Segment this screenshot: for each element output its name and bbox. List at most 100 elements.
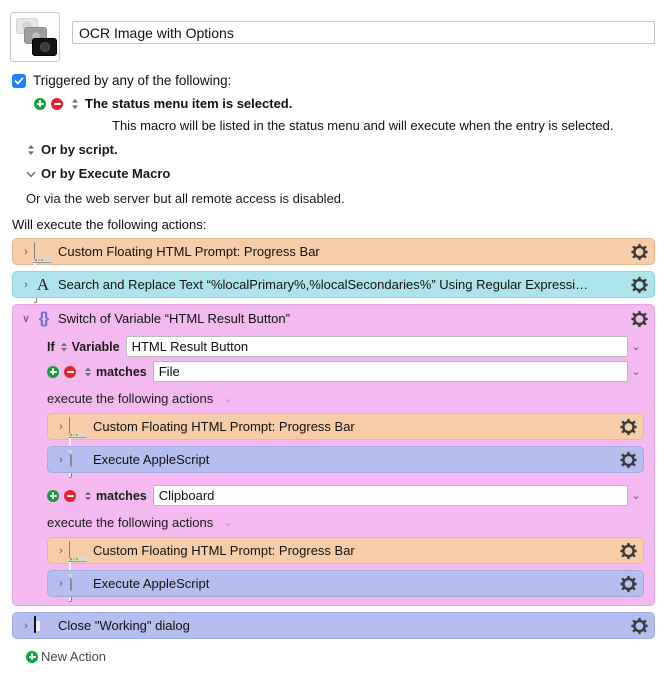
check-icon (14, 76, 24, 84)
action-label: Execute AppleScript (93, 576, 210, 591)
action-label: Custom Floating HTML Prompt: Progress Ba… (58, 244, 320, 259)
disclosure-triangle-icon[interactable]: › (18, 620, 34, 632)
window-icon (69, 416, 87, 478)
case-execute-label-row: execute the following actions ⌄ (47, 391, 644, 406)
trigger-section: Triggered by any of the following: The s… (0, 73, 667, 232)
switch-action-block: ∨ {} Switch of Variable “HTML Result But… (12, 304, 655, 606)
disclosure-triangle-icon[interactable]: › (53, 454, 69, 466)
remove-case-icon[interactable] (64, 365, 76, 378)
action-row[interactable]: › Close "Working" dialog (12, 612, 655, 639)
trigger-enabled-checkbox[interactable] (12, 73, 26, 88)
chevron-down-icon[interactable]: ⌄ (628, 489, 644, 502)
case-condition-controls: matches (47, 365, 147, 379)
action-row[interactable]: › Custom Floating HTML Prompt: Progress … (47, 537, 644, 602)
action-label: Execute AppleScript (93, 452, 210, 467)
case-value-input[interactable]: File (152, 361, 628, 382)
add-case-icon[interactable] (47, 365, 59, 378)
gear-icon[interactable] (620, 418, 637, 435)
switch-case-condition-row: matches File ⌄ (47, 361, 644, 382)
case-operator-label: matches (96, 364, 147, 379)
disclosure-triangle-icon[interactable]: › (53, 578, 69, 590)
letter-a-icon: A (36, 274, 50, 294)
action-row[interactable]: › A Search and Replace Text “%localPrima… (12, 271, 655, 298)
new-action-button[interactable]: New Action (12, 645, 655, 664)
trigger-item-title: The status menu item is selected. (85, 96, 293, 111)
document-icon (69, 449, 87, 469)
variable-label: Variable (71, 339, 120, 354)
actions-list: › Custom Floating HTML Prompt: Progress … (0, 238, 667, 664)
case-execute-label: execute the following actions (47, 391, 214, 406)
case-condition-controls: matches (47, 489, 147, 503)
trigger-or-by-execute-macro-row[interactable]: Or by Execute Macro (12, 166, 655, 181)
or-by-execute-macro-label: Or by Execute Macro (41, 166, 171, 181)
gear-icon[interactable] (631, 276, 648, 293)
case-operator-chevron-icon[interactable] (83, 489, 93, 503)
chevron-down-icon[interactable]: ⌄ (223, 392, 232, 405)
gear-icon[interactable] (631, 243, 648, 260)
case-operator-label: matches (96, 488, 147, 503)
window-icon (34, 241, 52, 303)
switch-case-condition-row: matches Clipboard ⌄ (47, 485, 644, 506)
disclosure-triangle-icon[interactable]: ∨ (18, 312, 34, 325)
case-execute-label: execute the following actions (47, 515, 214, 530)
window-icon (69, 540, 87, 602)
chevron-down-icon[interactable]: ⌄ (223, 516, 232, 529)
new-action-label: New Action (41, 649, 107, 664)
web-server-note: Or via the web server but all remote acc… (26, 191, 345, 206)
switch-if-prefix: If Variable (47, 340, 120, 354)
trigger-item-status-menu: The status menu item is selected. (12, 96, 655, 111)
action-label: Close "Working" dialog (58, 618, 190, 633)
switch-variable-input[interactable]: HTML Result Button (125, 336, 628, 357)
if-label: If (47, 339, 55, 354)
stacked-screenshots-icon[interactable] (10, 12, 60, 62)
chevron-down-icon[interactable]: ⌄ (628, 340, 644, 353)
chevron-down-icon[interactable]: ⌄ (628, 365, 644, 378)
screenshot-plate-front (32, 38, 57, 56)
switch-body: If Variable HTML Result Button ⌄ matches… (13, 336, 654, 602)
document-icon (69, 573, 87, 593)
action-label: Search and Replace Text “%localPrimary%,… (58, 277, 589, 292)
script-trigger-chevron-icon[interactable] (26, 143, 36, 157)
action-row[interactable]: › Custom Floating HTML Prompt: Progress … (47, 413, 644, 478)
action-row[interactable]: › Custom Floating HTML Prompt: Progress … (12, 238, 655, 303)
actions-header-label: Will execute the following actions: (12, 217, 207, 232)
disclosure-triangle-icon[interactable]: › (18, 279, 34, 291)
remove-case-icon[interactable] (64, 489, 76, 502)
gear-icon[interactable] (620, 451, 637, 468)
trigger-item-description: This macro will be listed in the status … (112, 118, 614, 133)
trigger-enabled-row: Triggered by any of the following: (12, 73, 655, 88)
switch-variable-value: HTML Result Button (131, 339, 249, 354)
case-value-text: File (158, 364, 180, 379)
macro-header: OCR Image with Options (0, 0, 667, 62)
action-row[interactable]: › Execute AppleScript (47, 446, 644, 473)
execute-macro-chevron-down-icon[interactable] (26, 167, 36, 181)
gear-icon[interactable] (620, 542, 637, 559)
add-trigger-icon[interactable] (34, 97, 46, 110)
dark-window-icon (34, 615, 52, 635)
action-row[interactable]: › Execute AppleScript (47, 570, 644, 597)
disclosure-triangle-icon[interactable]: › (18, 246, 34, 258)
trigger-header-label: Triggered by any of the following: (33, 73, 232, 88)
disclosure-triangle-icon[interactable]: › (53, 545, 69, 557)
case-execute-label-row: execute the following actions ⌄ (47, 515, 644, 530)
switch-header-row[interactable]: ∨ {} Switch of Variable “HTML Result But… (13, 305, 654, 332)
disclosure-triangle-icon[interactable]: › (53, 421, 69, 433)
or-by-script-label: Or by script. (41, 142, 118, 157)
gear-icon[interactable] (631, 617, 648, 634)
remove-trigger-icon[interactable] (51, 97, 63, 110)
add-case-icon[interactable] (47, 489, 59, 502)
switch-variable-row: If Variable HTML Result Button ⌄ (47, 336, 644, 357)
action-label: Custom Floating HTML Prompt: Progress Ba… (93, 543, 355, 558)
gear-icon[interactable] (620, 575, 637, 592)
trigger-type-chevron-icon[interactable] (70, 97, 80, 111)
variable-source-chevron-icon[interactable] (59, 340, 69, 354)
add-icon[interactable] (26, 650, 38, 663)
trigger-or-by-script-row[interactable]: Or by script. (12, 142, 655, 157)
action-label: Custom Floating HTML Prompt: Progress Ba… (93, 419, 355, 434)
case-value-input[interactable]: Clipboard (152, 485, 628, 506)
gear-icon[interactable] (631, 310, 648, 327)
switch-label: Switch of Variable “HTML Result Button” (58, 311, 290, 326)
macro-title-input[interactable]: OCR Image with Options (72, 21, 655, 44)
case-value-text: Clipboard (158, 488, 215, 503)
case-operator-chevron-icon[interactable] (83, 365, 93, 379)
